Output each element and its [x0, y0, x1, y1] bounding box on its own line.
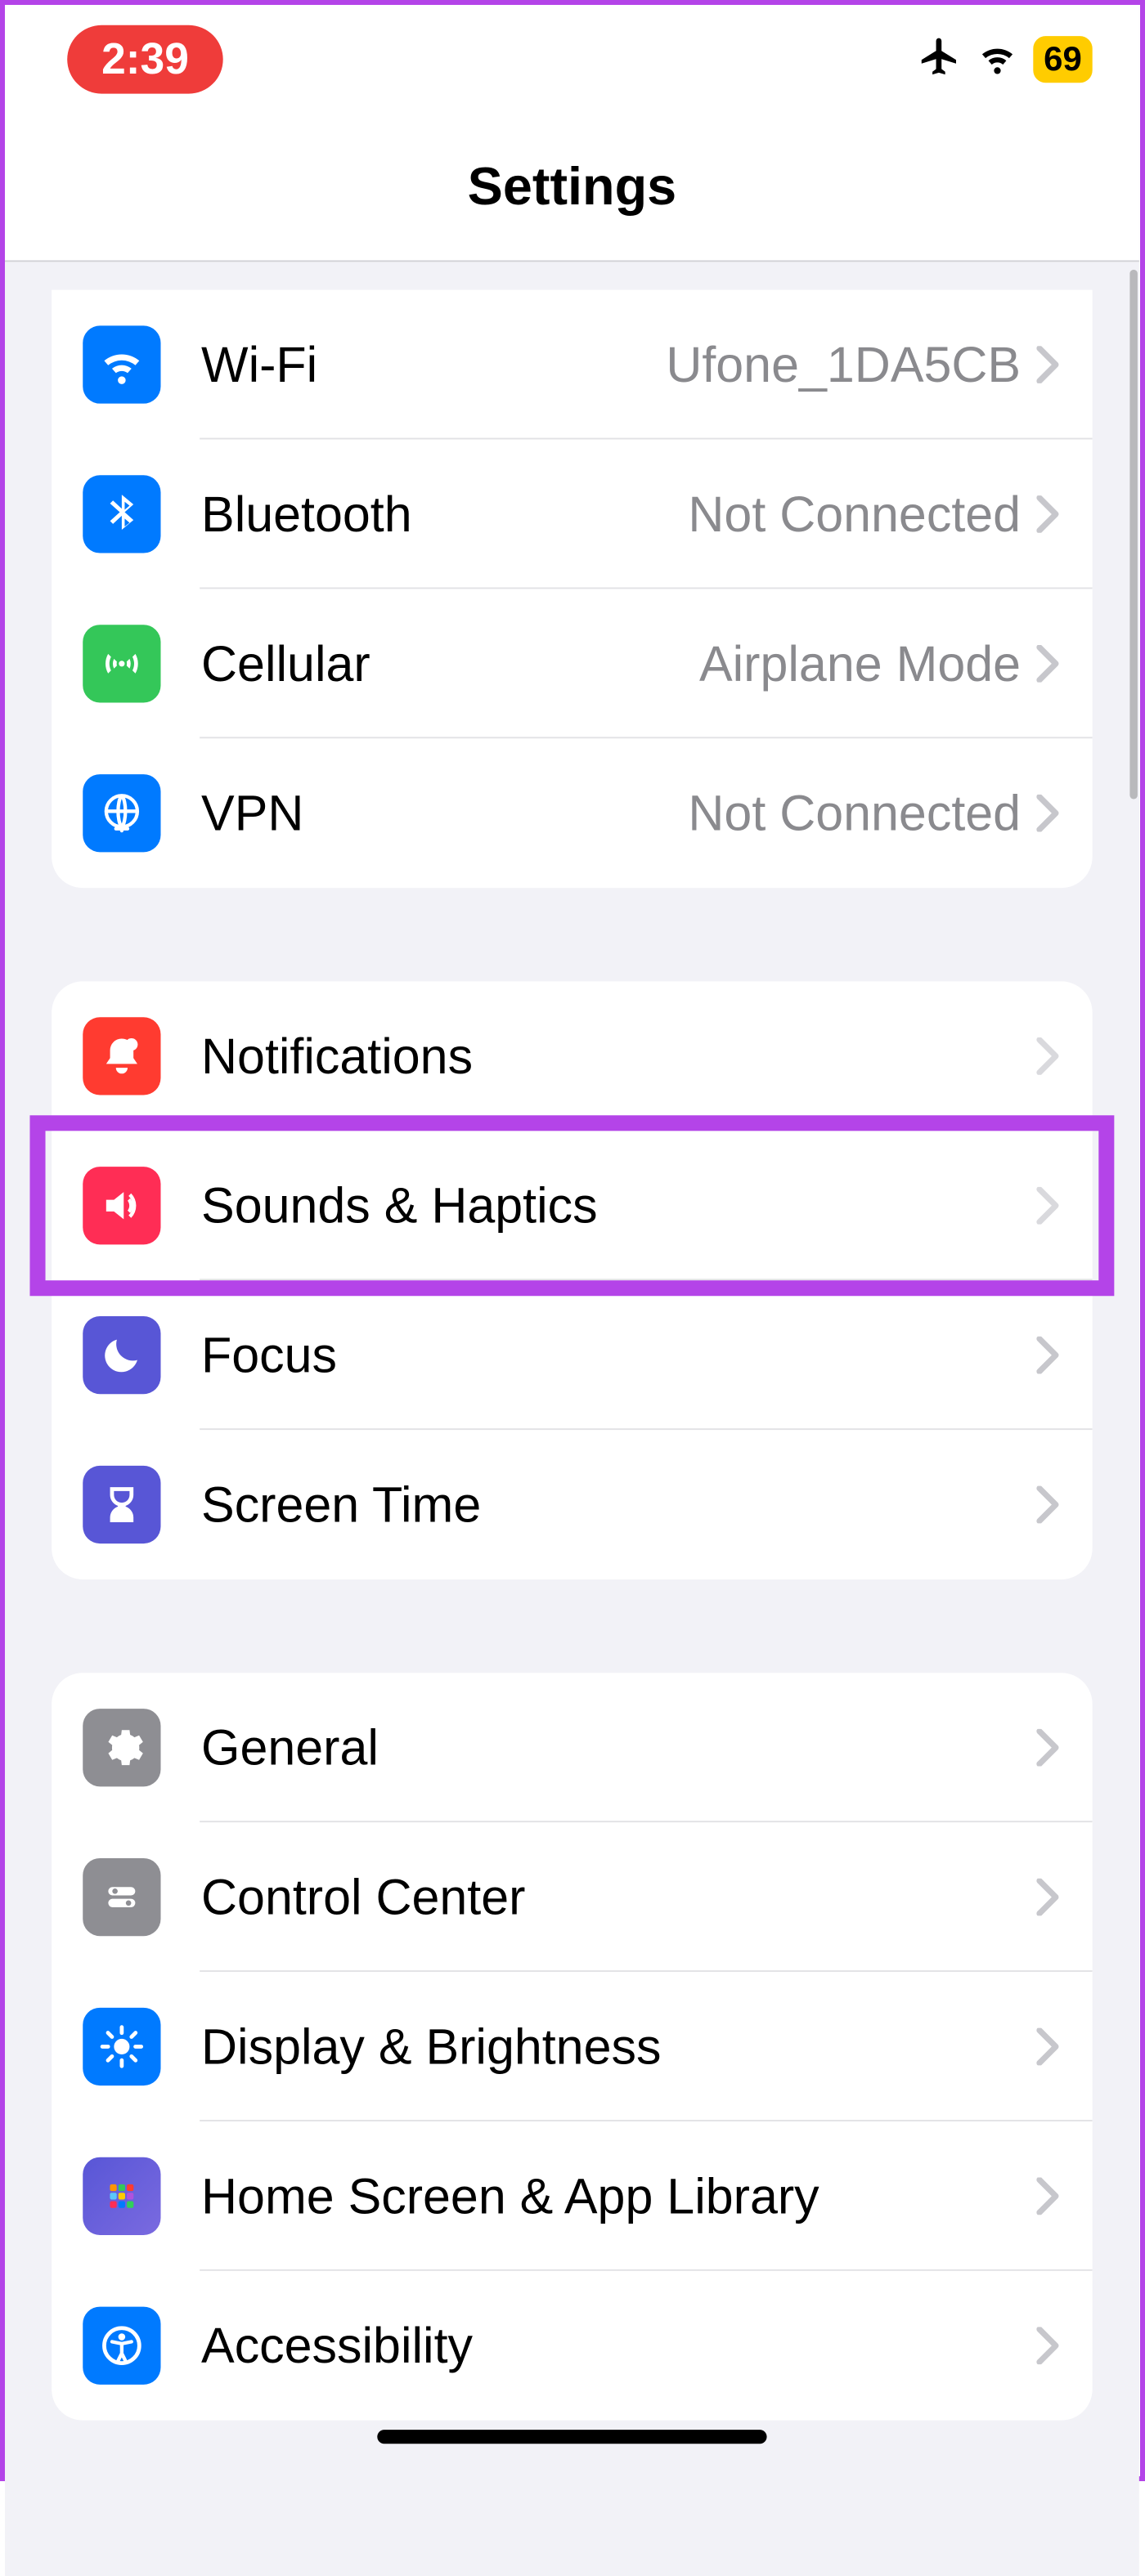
vpn-icon: [83, 774, 160, 852]
chevron-right-icon: [1036, 645, 1061, 683]
row-label: Bluetooth: [201, 486, 688, 543]
settings-row-notifications[interactable]: Notifications: [52, 981, 1093, 1131]
chevron-right-icon: [1036, 1187, 1061, 1225]
notifications-icon: [83, 1017, 160, 1095]
home-indicator[interactable]: [377, 2430, 766, 2444]
scrollbar-indicator: [1129, 270, 1138, 800]
battery-level: 69: [1033, 36, 1092, 83]
row-label: Sounds & Haptics: [201, 1177, 1036, 1234]
sounds-icon: [83, 1167, 160, 1244]
chevron-right-icon: [1036, 1879, 1061, 1916]
display-icon: [83, 2008, 160, 2085]
chevron-right-icon: [1036, 1037, 1061, 1075]
chevron-right-icon: [1036, 1729, 1061, 1767]
row-label: Accessibility: [201, 2317, 1036, 2374]
bluetooth-icon: [83, 475, 160, 553]
settings-content: Wi-Fi Ufone_1DA5CB Bluetooth Not Connect…: [5, 290, 1139, 2576]
chevron-right-icon: [1036, 346, 1061, 383]
row-label: Wi-Fi: [201, 336, 666, 393]
chevron-right-icon: [1036, 1486, 1061, 1524]
settings-row-general[interactable]: General: [52, 1673, 1093, 1822]
row-value: Not Connected: [688, 486, 1021, 543]
chevron-right-icon: [1036, 2028, 1061, 2066]
settings-row-cellular[interactable]: Cellular Airplane Mode: [52, 589, 1093, 738]
settings-row-accessibility[interactable]: Accessibility: [52, 2271, 1093, 2421]
focus-icon: [83, 1316, 160, 1394]
settings-group-general: General Control Center Display & Brightn…: [52, 1673, 1093, 2420]
settings-row-screentime[interactable]: Screen Time: [52, 1430, 1093, 1579]
general-icon: [83, 1709, 160, 1786]
cellular-icon: [83, 625, 160, 702]
settings-row-wifi[interactable]: Wi-Fi Ufone_1DA5CB: [52, 290, 1093, 440]
row-value: Not Connected: [688, 784, 1021, 841]
status-bar: 2:39 69: [5, 5, 1139, 114]
chevron-right-icon: [1036, 495, 1061, 533]
row-label: Home Screen & App Library: [201, 2167, 1036, 2224]
page-title: Settings: [468, 157, 677, 217]
row-label: Display & Brightness: [201, 2018, 1036, 2075]
row-label: General: [201, 1718, 1036, 1776]
settings-row-bluetooth[interactable]: Bluetooth Not Connected: [52, 439, 1093, 589]
accessibility-icon: [83, 2307, 160, 2385]
settings-row-controlcenter[interactable]: Control Center: [52, 1822, 1093, 1972]
settings-row-focus[interactable]: Focus: [52, 1280, 1093, 1430]
settings-row-homescreen[interactable]: Home Screen & App Library: [52, 2121, 1093, 2271]
chevron-right-icon: [1036, 2327, 1061, 2364]
row-value: Airplane Mode: [699, 635, 1021, 692]
settings-row-display[interactable]: Display & Brightness: [52, 1972, 1093, 2121]
airplane-icon: [918, 34, 961, 85]
wifi-status-icon: [977, 35, 1018, 83]
screentime-icon: [83, 1466, 160, 1543]
row-label: Focus: [201, 1326, 1036, 1383]
nav-header: Settings: [5, 114, 1139, 262]
row-label: VPN: [201, 784, 688, 841]
settings-row-sounds-haptics[interactable]: Sounds & Haptics: [52, 1131, 1093, 1280]
status-time-pill: 2:39: [67, 25, 223, 94]
chevron-right-icon: [1036, 2177, 1061, 2215]
chevron-right-icon: [1036, 795, 1061, 832]
settings-group-network: Wi-Fi Ufone_1DA5CB Bluetooth Not Connect…: [52, 290, 1093, 889]
row-value: Ufone_1DA5CB: [666, 336, 1021, 393]
wifi-icon: [83, 325, 160, 403]
settings-group-attention: Notifications Sounds & Haptics Focus: [52, 981, 1093, 1579]
row-label: Notifications: [201, 1028, 1036, 1085]
controlcenter-icon: [83, 1858, 160, 1936]
settings-row-vpn[interactable]: VPN Not Connected: [52, 738, 1093, 888]
chevron-right-icon: [1036, 1337, 1061, 1374]
row-label: Cellular: [201, 635, 699, 692]
row-label: Screen Time: [201, 1476, 1036, 1533]
homescreen-icon: [83, 2157, 160, 2235]
row-label: Control Center: [201, 1868, 1036, 1925]
status-right-group: 69: [918, 34, 1092, 85]
